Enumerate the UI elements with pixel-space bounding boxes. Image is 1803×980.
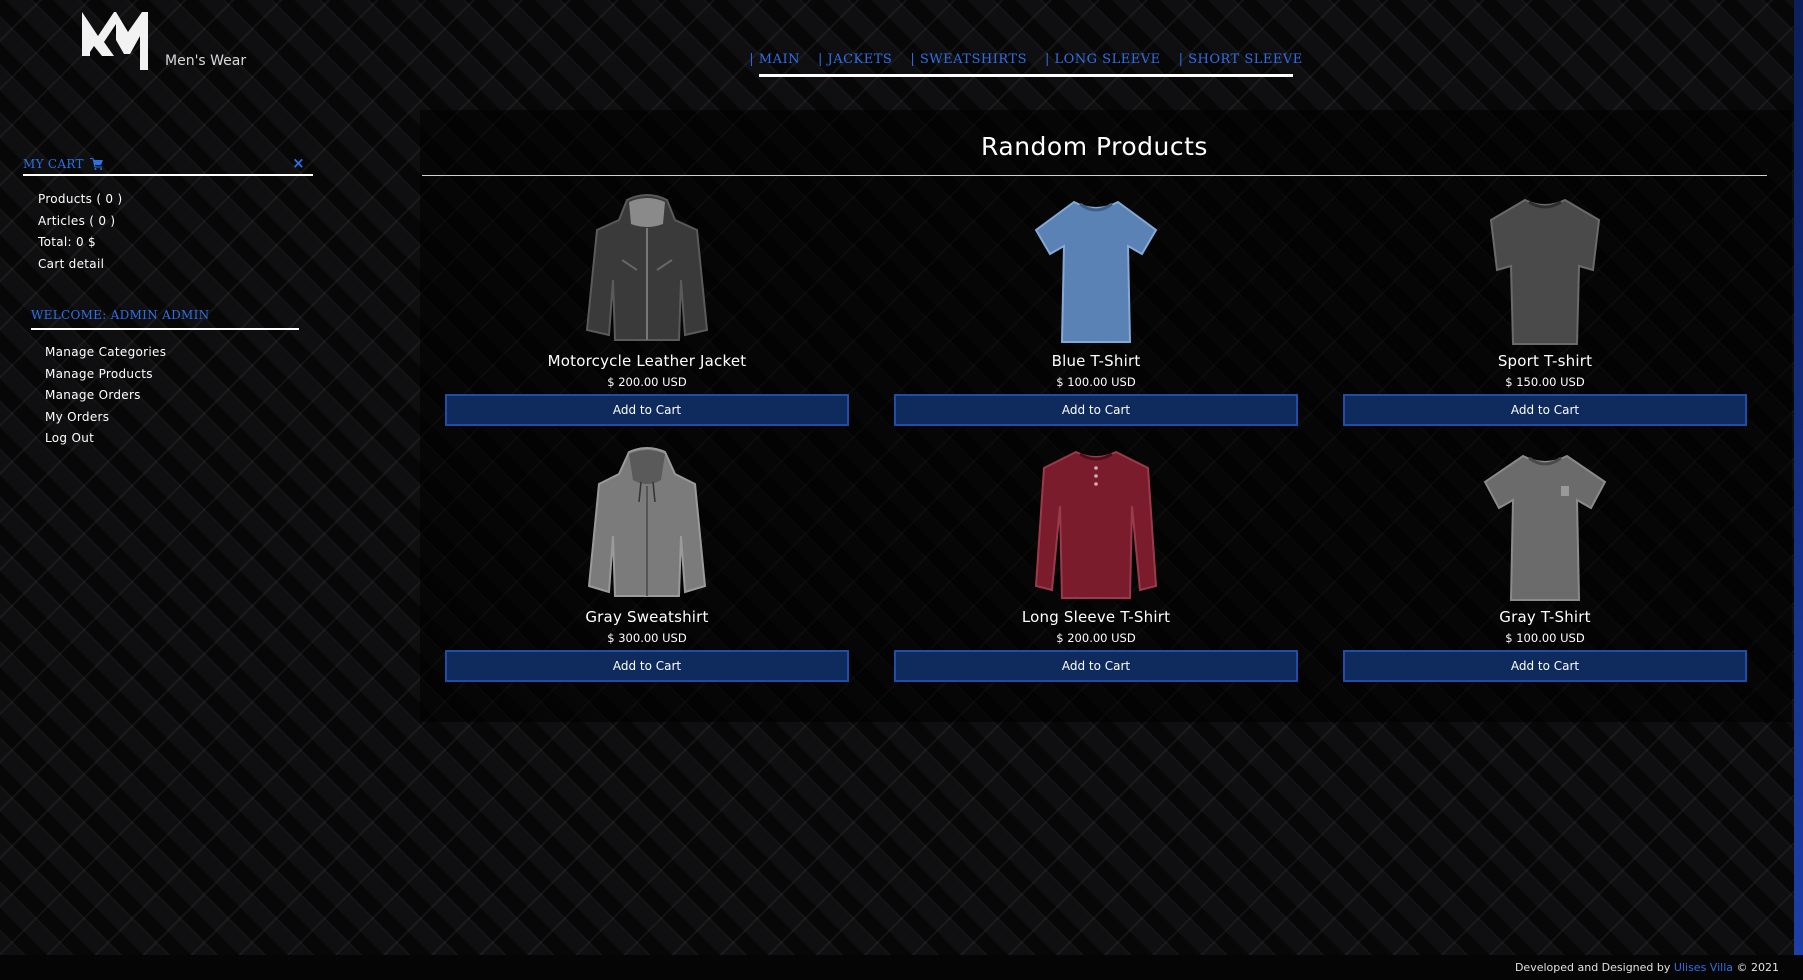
window-edge	[1794, 0, 1803, 955]
product-image-leather-jacket[interactable]	[567, 190, 727, 350]
cart-products-count: Products ( 0 )	[38, 192, 123, 206]
product-card: Gray T-Shirt $ 100.00 USD Add to Cart	[1343, 446, 1747, 682]
manage-orders-link[interactable]: Manage Orders	[45, 385, 166, 407]
footer: Developed and Designed by Ulises Villa ©…	[0, 955, 1803, 980]
welcome-header: WELCOME: ADMIN ADMIN	[31, 308, 299, 330]
cart-total: Total: 0 $	[38, 235, 96, 249]
product-card: Blue T-Shirt $ 100.00 USD Add to Cart	[894, 190, 1298, 426]
product-image-sport-tshirt[interactable]	[1465, 190, 1625, 350]
footer-credits: Developed and Designed by Ulises Villa ©…	[1515, 961, 1779, 974]
cart-detail-link[interactable]: Cart detail	[38, 254, 122, 276]
author-link[interactable]: Ulises Villa	[1674, 961, 1733, 974]
product-name[interactable]: Long Sleeve T-Shirt	[894, 606, 1298, 628]
product-price: $ 300.00 USD	[607, 631, 687, 645]
cart-icon	[89, 158, 103, 170]
product-price: $ 200.00 USD	[607, 375, 687, 389]
add-to-cart-button[interactable]: Add to Cart	[1343, 650, 1747, 682]
nav-short-sleeve[interactable]: | SHORT SLEEVE	[1170, 44, 1312, 74]
product-card: Motorcycle Leather Jacket $ 200.00 USD A…	[445, 190, 849, 426]
add-to-cart-button[interactable]: Add to Cart	[894, 650, 1298, 682]
nav-main[interactable]: | MAIN	[740, 44, 809, 74]
product-name[interactable]: Gray T-Shirt	[1343, 606, 1747, 628]
brand-logo[interactable]	[80, 6, 150, 70]
title-divider	[422, 175, 1767, 176]
footer-copyright: © 2021	[1736, 961, 1780, 974]
cart-header: MY CART ×	[23, 154, 313, 176]
product-card: Long Sleeve T-Shirt $ 200.00 USD Add to …	[894, 446, 1298, 682]
product-card: Gray Sweatshirt $ 300.00 USD Add to Cart	[445, 446, 849, 682]
random-products-section: Random Products Motorcycle Leather Jacke…	[420, 110, 1792, 722]
admin-menu: Manage Categories Manage Products Manage…	[45, 342, 166, 450]
product-price: $ 150.00 USD	[1505, 375, 1585, 389]
close-icon[interactable]: ×	[292, 154, 305, 172]
product-name[interactable]: Gray Sweatshirt	[445, 606, 849, 628]
my-orders-link[interactable]: My Orders	[45, 407, 166, 429]
cart-articles-count: Articles ( 0 )	[38, 213, 116, 228]
add-to-cart-button[interactable]: Add to Cart	[1343, 394, 1747, 426]
product-price: $ 200.00 USD	[1056, 631, 1136, 645]
manage-categories-link[interactable]: Manage Categories	[45, 342, 166, 364]
cart-summary: Products ( 0 ) Articles ( 0 ) Total: 0 $…	[38, 189, 122, 275]
nav-sweatshirts[interactable]: | SWEATSHIRTS	[901, 44, 1036, 74]
product-price: $ 100.00 USD	[1505, 631, 1585, 645]
add-to-cart-button[interactable]: Add to Cart	[894, 394, 1298, 426]
product-image-long-sleeve-tshirt[interactable]	[1016, 446, 1176, 606]
product-image-gray-tshirt[interactable]	[1465, 446, 1625, 606]
product-image-blue-tshirt[interactable]	[1016, 190, 1176, 350]
main-nav: | MAIN | JACKETS | SWEATSHIRTS | LONG SL…	[749, 44, 1302, 77]
cart-title: MY CART	[23, 157, 84, 171]
brand-name: Men's Wear	[165, 53, 247, 69]
page-title: Random Products	[981, 132, 1208, 161]
product-name[interactable]: Blue T-Shirt	[894, 350, 1298, 372]
product-name[interactable]: Motorcycle Leather Jacket	[445, 350, 849, 372]
manage-products-link[interactable]: Manage Products	[45, 364, 166, 386]
product-name[interactable]: Sport T-shirt	[1343, 350, 1747, 372]
footer-prefix: Developed and Designed by	[1514, 961, 1671, 974]
nav-long-sleeve[interactable]: | LONG SLEEVE	[1036, 44, 1170, 74]
log-out-link[interactable]: Log Out	[45, 428, 166, 450]
add-to-cart-button[interactable]: Add to Cart	[445, 394, 849, 426]
product-card: Sport T-shirt $ 150.00 USD Add to Cart	[1343, 190, 1747, 426]
nav-jackets[interactable]: | JACKETS	[809, 44, 901, 74]
product-image-gray-sweatshirt[interactable]	[567, 446, 727, 606]
product-price: $ 100.00 USD	[1056, 375, 1136, 389]
add-to-cart-button[interactable]: Add to Cart	[445, 650, 849, 682]
